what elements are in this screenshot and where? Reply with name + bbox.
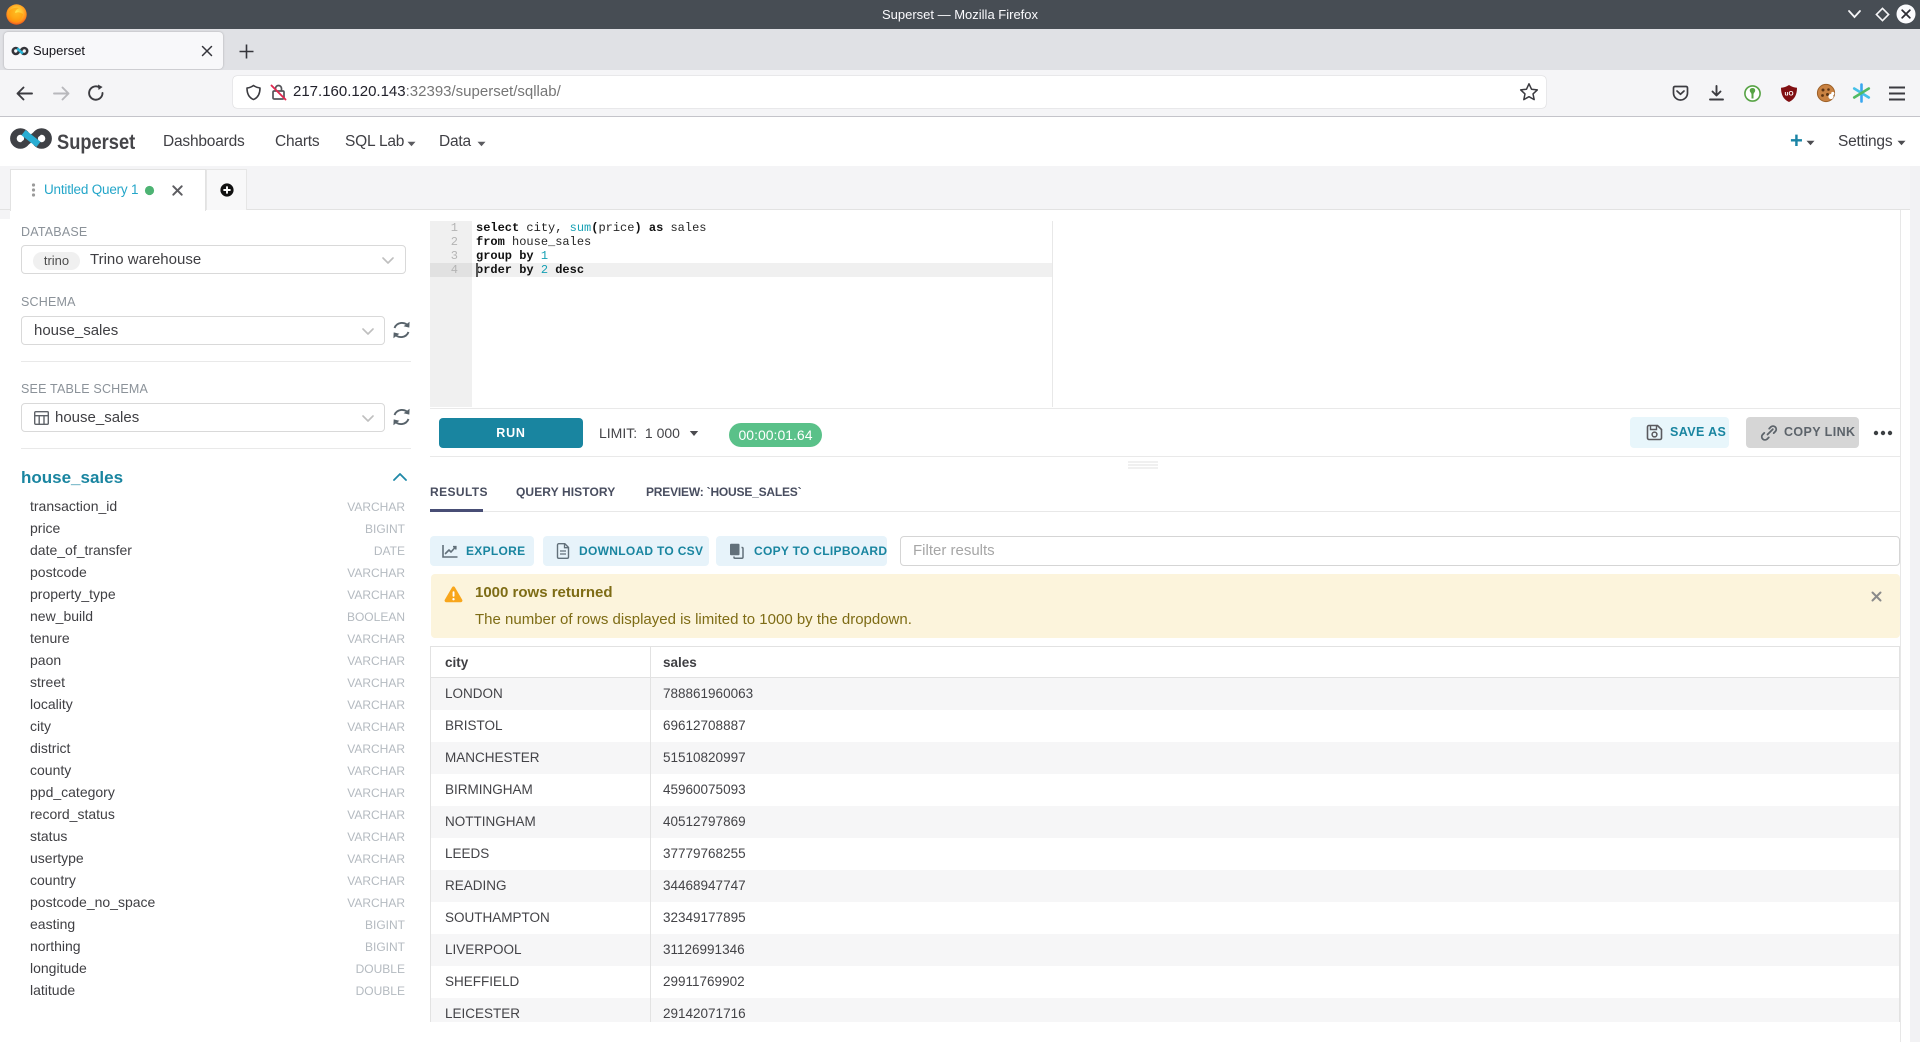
svg-text:uO: uO (1784, 91, 1793, 98)
